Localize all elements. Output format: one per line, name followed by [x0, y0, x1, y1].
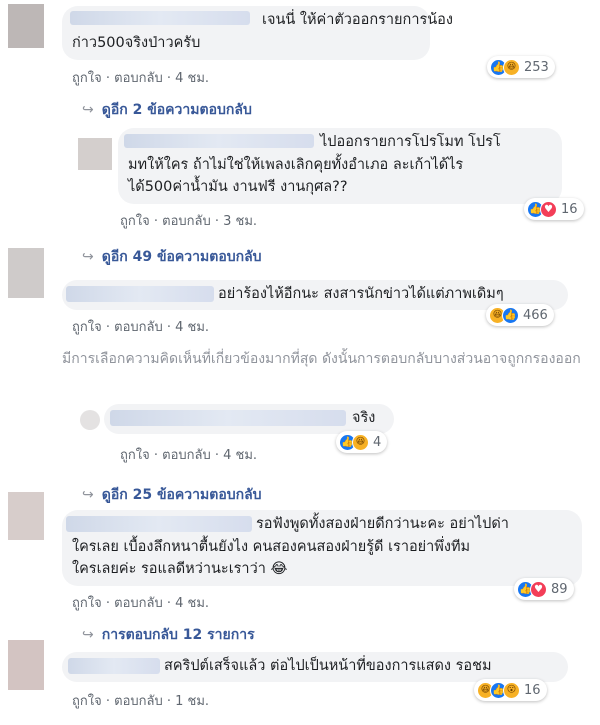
avatar[interactable] [8, 492, 44, 540]
timestamp: 4 ชม. [175, 71, 210, 86]
view-replies-label: ดูอีก 49 ข้อความตอบกลับ [101, 249, 262, 265]
view-replies-label: ดูอีก 2 ข้อความตอบกลับ [101, 102, 252, 118]
commenter-name-blurred[interactable] [124, 134, 314, 148]
comment-text: ได้500ค่าน้ำมัน งานฟรี งานกุศล?? [128, 179, 348, 195]
comment-text: จริง [352, 410, 376, 426]
avatar[interactable] [80, 410, 100, 430]
haha-icon: 😆 [503, 58, 520, 76]
view-replies-link[interactable]: ↪ ดูอีก 25 ข้อความตอบกลับ [82, 484, 262, 506]
reply-link[interactable]: ตอบกลับ [114, 71, 163, 86]
love-icon: ♥ [540, 200, 557, 218]
comment-actions: ถูกใจ · ตอบกลับ · 4 ชม. [120, 448, 258, 463]
timestamp: 4 ชม. [175, 596, 210, 611]
timestamp: 1 ชม. [175, 694, 210, 709]
view-replies-link[interactable]: ↪ ดูอีก 49 ข้อความตอบกลับ [82, 246, 262, 268]
comment-text: สคริปต์เสร็จแล้ว ต่อไปเป็นหน้าที่ของการแ… [164, 658, 492, 674]
view-replies-label: ดูอีก 25 ข้อความตอบกลับ [101, 487, 262, 503]
comment-actions: ถูกใจ · ตอบกลับ · 1 ชม. [72, 694, 210, 709]
commenter-name-blurred[interactable] [70, 11, 250, 25]
comment-bubble: สคริปต์เสร็จแล้ว ต่อไปเป็นหน้าที่ของการแ… [62, 652, 568, 682]
comment-bubble: ไปออกรายการโปรโมท โปรโ มทให้ใคร ถ้าไม่ใช… [118, 128, 562, 204]
reaction-summary[interactable]: 👍 ♥ 89 [514, 578, 574, 600]
commenter-name-blurred[interactable] [68, 658, 160, 674]
commenter-name-blurred[interactable] [66, 516, 252, 532]
commenter-name-blurred[interactable] [110, 410, 346, 426]
reply-link[interactable]: ตอบกลับ [162, 214, 211, 229]
like-icon: 👍 [502, 306, 519, 324]
comment-text: ใครเลยค่ะ รอแลดีหว่านะเราว่า 😂 [72, 561, 288, 577]
avatar[interactable] [78, 138, 112, 170]
view-replies-link[interactable]: ↪ การตอบกลับ 12 รายการ [82, 624, 255, 646]
avatar[interactable] [8, 248, 44, 298]
like-link[interactable]: ถูกใจ [72, 596, 102, 611]
comment-text: ก่าว500จริงป่าวครับ [72, 35, 201, 51]
like-link[interactable]: ถูกใจ [72, 320, 102, 335]
like-link[interactable]: ถูกใจ [72, 694, 102, 709]
reaction-summary[interactable]: 👍 😆 4 [336, 431, 388, 453]
reaction-count: 89 [551, 581, 568, 597]
reply-arrow-icon: ↪ [82, 627, 94, 643]
reply-arrow-icon: ↪ [82, 487, 94, 503]
comment-text: รอฟังพูดทั้งสองฝ่ายดีกว่านะคะ อย่าไปด่า [256, 516, 509, 532]
reply-link[interactable]: ตอบกลับ [162, 448, 211, 463]
wow-icon: 😮 [503, 681, 520, 699]
reply-link[interactable]: ตอบกลับ [114, 694, 163, 709]
reaction-count: 16 [524, 682, 541, 698]
like-link[interactable]: ถูกใจ [120, 214, 150, 229]
reaction-count: 466 [523, 307, 548, 323]
reaction-summary[interactable]: 😆 👍 466 [486, 304, 554, 326]
view-replies-label: การตอบกลับ 12 รายการ [101, 627, 255, 643]
comment-text: มทให้ใคร ถ้าไม่ใช่ให้เพลงเลิกคุยทั้งอำเภ… [128, 157, 464, 173]
reaction-count: 16 [561, 201, 578, 217]
reaction-count: 253 [524, 59, 549, 75]
comment-actions: ถูกใจ · ตอบกลับ · 4 ชม. [72, 71, 210, 86]
avatar[interactable] [8, 4, 44, 48]
comment-actions: ถูกใจ · ตอบกลับ · 4 ชม. [72, 320, 210, 335]
reply-link[interactable]: ตอบกลับ [114, 596, 163, 611]
timestamp: 3 ชม. [223, 214, 258, 229]
reply-arrow-icon: ↪ [82, 249, 94, 265]
comment-bubble: เจนนี่ ให้ค่าตัวออกรายการน้อง ก่าว500จริ… [62, 6, 453, 60]
reaction-count: 4 [373, 434, 382, 450]
comment-text: ใครเลย เบื้องลึกหนาตื้นยังไง คนสองคนสองฝ… [72, 539, 471, 555]
reaction-summary[interactable]: 👍 😆 253 [487, 56, 555, 78]
filter-notice: มีการเลือกความคิดเห็นที่เกี่ยวข้องมากที่… [62, 351, 581, 367]
reply-link[interactable]: ตอบกลับ [114, 320, 163, 335]
reaction-summary[interactable]: 👍 ♥ 16 [524, 198, 584, 220]
comment-text: เจนนี่ ให้ค่าตัวออกรายการน้อง [262, 12, 453, 28]
like-link[interactable]: ถูกใจ [120, 448, 150, 463]
like-link[interactable]: ถูกใจ [72, 71, 102, 86]
comment-bubble: จริง [104, 404, 394, 434]
timestamp: 4 ชม. [223, 448, 258, 463]
view-replies-link[interactable]: ↪ ดูอีก 2 ข้อความตอบกลับ [82, 99, 252, 121]
reply-arrow-icon: ↪ [82, 102, 94, 118]
avatar[interactable] [8, 640, 44, 690]
haha-icon: 😆 [352, 433, 369, 451]
commenter-name-blurred[interactable] [66, 286, 214, 302]
comment-actions: ถูกใจ · ตอบกลับ · 3 ชม. [120, 214, 258, 229]
comment-bubble: รอฟังพูดทั้งสองฝ่ายดีกว่านะคะ อย่าไปด่า … [62, 510, 582, 586]
love-icon: ♥ [530, 580, 547, 598]
comment-text: อย่าร้องไห้อีกนะ สงสารนักข่าวได้แต่ภาพเด… [218, 286, 504, 302]
comment-actions: ถูกใจ · ตอบกลับ · 4 ชม. [72, 596, 210, 611]
reaction-summary[interactable]: 😆 👍 😮 16 [474, 679, 547, 701]
timestamp: 4 ชม. [175, 320, 210, 335]
comment-text: ไปออกรายการโปรโมท โปรโ [320, 134, 501, 150]
